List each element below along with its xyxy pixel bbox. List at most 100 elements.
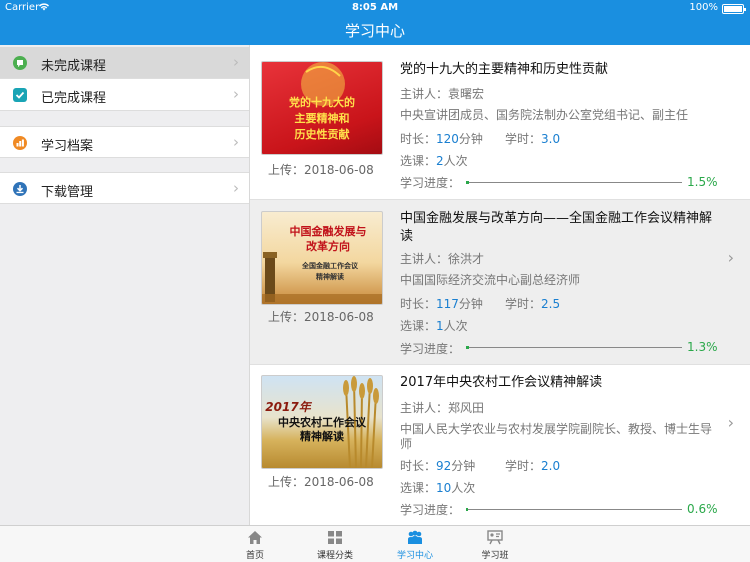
course-item[interactable]: 党的十九大的 主要精神和 历史性贡献 上传：2018-06-08 党的十九大的主… — [250, 45, 750, 200]
lecturer-name: 郑风田 — [448, 401, 485, 415]
lecturer-label: 主讲人： — [400, 87, 449, 101]
progress-bar — [466, 508, 682, 511]
sidebar-item-label: 学习档案 — [41, 139, 94, 154]
enrolled-line: 选课：10人次 — [400, 479, 475, 496]
duration-line: 时长：92分钟 — [400, 457, 475, 474]
hours-label: 学时： — [505, 132, 542, 146]
sidebar: 未完成课程 › 已完成课程 › 学习档案 › 下载管理 › — [0, 45, 250, 525]
course-title: 2017年中央农村工作会议精神解读 — [400, 375, 603, 390]
tab-label: 学习班 — [481, 551, 509, 561]
tab-label: 学习中心 — [396, 551, 433, 561]
status-bar: Carrier 8:05 AM 100% — [0, 0, 750, 16]
tab-label: 首页 — [245, 551, 264, 561]
upload-date: 上传：2018-06-08 — [268, 475, 374, 489]
course-thumbnail: 2017年 中央农村工作会议 精神解读 — [261, 375, 383, 469]
enrolled-value: 1 — [436, 319, 444, 333]
thumb-line: 历史性贡献 — [294, 128, 350, 141]
people-icon — [407, 530, 423, 545]
class-icon — [487, 530, 503, 545]
thumb-line: 2017年 — [265, 400, 311, 414]
sidebar-item-label: 下载管理 — [41, 185, 94, 200]
chevron-right-icon: › — [233, 179, 239, 197]
hours-value: 2.5 — [541, 297, 561, 311]
progress-label: 学习进度： — [400, 176, 461, 190]
progress-percent: 1.5% — [687, 175, 718, 189]
hours-value: 3.0 — [541, 132, 561, 146]
enrolled-unit: 人次 — [443, 319, 468, 333]
duration-unit: 分钟 — [458, 297, 483, 311]
enrolled-line: 选课：1人次 — [400, 317, 468, 334]
sidebar-item-learning-records[interactable]: 学习档案 › — [0, 126, 249, 158]
progress-fill — [466, 181, 469, 184]
duration-unit: 分钟 — [458, 132, 483, 146]
battery-icon — [722, 4, 746, 14]
progress-bar — [466, 181, 682, 184]
enrolled-label: 选课： — [400, 481, 437, 495]
duration-value: 92 — [436, 459, 452, 473]
lecturer-line: 主讲人：郑风田 — [400, 399, 484, 416]
enrolled-value: 10 — [436, 481, 452, 495]
sidebar-item-label: 未完成课程 — [41, 59, 107, 74]
course-title: 中国金融发展与改革方向——全国金融工作会议精神解读 — [400, 211, 713, 244]
hours-line: 学时：2.5 — [505, 295, 560, 312]
tab-label: 课程分类 — [316, 551, 353, 561]
lecturer-line: 主讲人：徐洪才 — [400, 250, 484, 267]
lecturer-institution: 中国人民大学农业与农村发展学院副院长、教授、博士生导师 — [400, 422, 713, 451]
upload-date: 上传：2018-06-08 — [268, 310, 374, 324]
chevron-right-icon: › — [727, 413, 734, 432]
lecturer-label: 主讲人： — [400, 401, 449, 415]
lecturer-name: 袁曙宏 — [448, 87, 485, 101]
chevron-right-icon: › — [233, 53, 239, 71]
thumb-line: 精神解读 — [300, 430, 344, 443]
course-item[interactable]: 中国金融发展与 改革方向 全国金融工作会议 精神解读 上传：2018-06-08… — [250, 200, 750, 365]
progress-fill — [466, 346, 469, 349]
enrolled-value: 2 — [436, 154, 444, 168]
download-icon — [13, 182, 27, 196]
progress-percent: 0.6% — [687, 502, 718, 516]
thumb-line: 主要精神和 — [294, 112, 350, 125]
tab-learning-center[interactable]: 学习中心 — [385, 526, 445, 562]
duration-value: 120 — [436, 132, 459, 146]
chevron-right-icon: › — [727, 248, 734, 267]
enrolled-line: 选课：2人次 — [400, 152, 468, 169]
enrolled-label: 选课： — [400, 319, 437, 333]
thumb-line: 改革方向 — [306, 240, 350, 253]
tab-course-categories[interactable]: 课程分类 — [305, 526, 365, 562]
lecturer-institution: 中央宣讲团成员、国务院法制办公室党组书记、副主任 — [400, 108, 689, 122]
tab-home[interactable]: 首页 — [225, 526, 285, 562]
course-thumbnail: 中国金融发展与 改革方向 全国金融工作会议 精神解读 — [261, 211, 383, 305]
thumb-line: 精神解读 — [316, 273, 344, 281]
clock: 8:05 AM — [351, 2, 399, 13]
home-icon — [247, 530, 263, 545]
chevron-right-icon: › — [233, 133, 239, 151]
sidebar-item-completed-courses[interactable]: 已完成课程 › — [0, 79, 249, 111]
thumb-line: 全国金融工作会议 — [302, 262, 358, 270]
lecturer-line: 主讲人：袁曙宏 — [400, 85, 484, 102]
book-icon — [13, 56, 27, 70]
chevron-right-icon: › — [233, 85, 239, 103]
thumb-line: 中央农村工作会议 — [278, 416, 366, 429]
duration-unit: 分钟 — [451, 459, 476, 473]
upload-date: 上传：2018-06-08 — [268, 163, 374, 177]
course-list: 党的十九大的 主要精神和 历史性贡献 上传：2018-06-08 党的十九大的主… — [250, 45, 750, 525]
course-title: 党的十九大的主要精神和历史性贡献 — [400, 62, 609, 77]
progress-label: 学习进度： — [400, 503, 461, 517]
sidebar-item-incomplete-courses[interactable]: 未完成课程 › — [0, 47, 249, 79]
header-bar: Carrier 8:05 AM 100% 学习中心 — [0, 0, 750, 45]
course-thumbnail: 党的十九大的 主要精神和 历史性贡献 — [261, 61, 383, 155]
hours-value: 2.0 — [541, 459, 561, 473]
enrolled-label: 选课： — [400, 154, 437, 168]
sidebar-item-download-manager[interactable]: 下载管理 › — [0, 172, 249, 204]
progress-label: 学习进度： — [400, 342, 461, 356]
duration-line: 时长：117分钟 — [400, 295, 483, 312]
progress-percent: 1.3% — [687, 340, 718, 354]
battery-percent: 100% — [689, 2, 718, 13]
course-item[interactable]: 2017年 中央农村工作会议 精神解读 上传：2018-06-08 2017年中… — [250, 365, 750, 525]
enrolled-unit: 人次 — [443, 154, 468, 168]
duration-label: 时长： — [400, 459, 437, 473]
lecturer-name: 徐洪才 — [448, 252, 485, 266]
tab-bar: 首页 课程分类 学习中心 学习班 — [0, 525, 750, 562]
check-icon — [13, 88, 27, 102]
tab-study-class[interactable]: 学习班 — [465, 526, 525, 562]
duration-label: 时长： — [400, 297, 437, 311]
